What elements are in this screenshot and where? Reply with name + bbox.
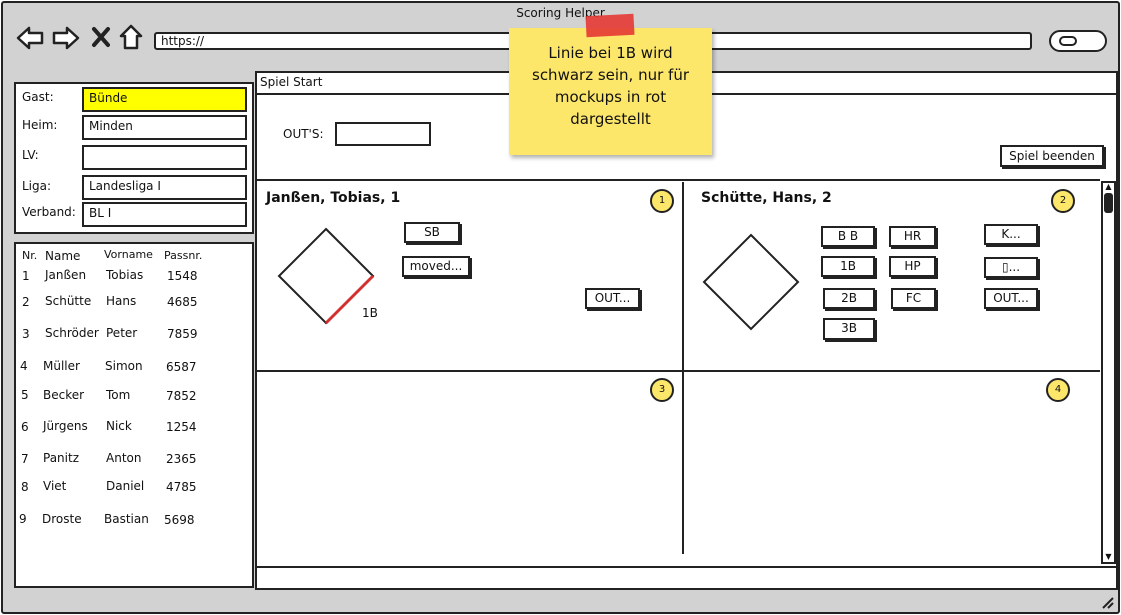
roster-vorname: Tobias (106, 268, 144, 282)
scroll-up-icon[interactable]: ▲ (1104, 183, 1113, 191)
player1-diamond[interactable] (277, 227, 375, 325)
roster-passnr: 4685 (167, 295, 198, 309)
verband-field[interactable]: BL I (82, 202, 247, 227)
roster-name: Schütte (45, 294, 92, 308)
grid-bottom-line (257, 566, 1116, 568)
search-icon (1059, 36, 1077, 46)
hr-button[interactable]: HR (889, 226, 936, 247)
roster-vorname: Anton (106, 451, 142, 465)
lv-label: LV: (22, 148, 39, 162)
roster-header-name: Name (45, 249, 81, 263)
gast-field[interactable]: Bünde (82, 87, 247, 112)
roster-vorname: Peter (106, 326, 138, 340)
roster-passnr: 2365 (166, 452, 197, 466)
roster-name: Viet (43, 479, 67, 493)
roster-vorname: Tom (106, 388, 131, 402)
sticky-note: Linie bei 1B wird schwarz sein, nur für … (509, 28, 712, 155)
player1-base-label: 1B (362, 306, 378, 320)
unknown-button[interactable]: ▯... (984, 257, 1038, 278)
roster-vorname: Daniel (106, 479, 145, 493)
heim-label: Heim: (22, 118, 58, 132)
roster-name: Janßen (45, 268, 87, 282)
roster-nr: 8 (21, 480, 29, 494)
grid-vertical-line (682, 182, 684, 554)
player2-badge: 2 (1051, 189, 1075, 213)
player2-name: Schütte, Hans, 2 (701, 190, 832, 206)
scrollbar[interactable] (1101, 181, 1116, 564)
1b-button[interactable]: 1B (821, 256, 875, 277)
roster-nr: 9 (19, 512, 27, 526)
roster-nr: 2 (22, 295, 30, 309)
bb-button[interactable]: B B (821, 226, 875, 247)
slot4-badge: 4 (1046, 378, 1070, 402)
roster-nr: 4 (20, 359, 28, 373)
roster-nr: 3 (22, 327, 30, 341)
roster-nr: 1 (22, 269, 30, 283)
tab-spiel-start[interactable]: Spiel Start (260, 75, 322, 89)
roster-name: Panitz (43, 451, 79, 465)
roster-header-passnr: Passnr. (164, 249, 203, 262)
roster-passnr: 7859 (167, 327, 198, 341)
lv-field[interactable] (82, 145, 247, 170)
k-button[interactable]: K... (984, 224, 1038, 245)
back-arrow-icon[interactable] (16, 25, 44, 51)
grid-top-line (257, 179, 1100, 181)
roster-name: Becker (43, 388, 85, 402)
player1-badge: 1 (650, 189, 674, 213)
roster-vorname: Bastian (104, 512, 149, 526)
home-icon[interactable] (118, 23, 144, 51)
slot3-badge: 3 (650, 378, 674, 402)
grid-middle-line (257, 370, 1100, 372)
window-title: Scoring Helper (516, 6, 605, 20)
player2-out-button[interactable]: OUT... (984, 288, 1038, 309)
forward-arrow-icon[interactable] (52, 25, 80, 51)
roster-nr: 5 (21, 388, 29, 402)
roster-passnr: 4785 (166, 480, 197, 494)
roster-passnr: 7852 (166, 389, 197, 403)
roster-passnr: 1548 (167, 269, 198, 283)
moved-button[interactable]: moved... (402, 256, 470, 277)
roster-nr: 6 (21, 420, 29, 434)
roster-passnr: 1254 (166, 420, 197, 434)
sticky-tape (585, 13, 635, 38)
close-icon[interactable] (90, 25, 112, 49)
roster-name: Jürgens (43, 419, 88, 433)
sb-button[interactable]: SB (404, 222, 460, 243)
scroll-thumb[interactable] (1104, 193, 1113, 213)
outs-field[interactable] (335, 122, 431, 146)
roster-vorname: Simon (105, 359, 143, 373)
fc-button[interactable]: FC (891, 288, 936, 309)
roster-vorname: Nick (106, 419, 132, 433)
liga-field[interactable]: Landesliga I (82, 175, 247, 200)
resize-grip-icon[interactable] (1100, 594, 1114, 609)
roster-passnr: 6587 (166, 360, 197, 374)
roster-passnr: 5698 (164, 513, 195, 527)
roster-name: Droste (42, 512, 82, 526)
liga-label: Liga: (22, 179, 52, 193)
3b-button[interactable]: 3B (823, 318, 875, 340)
roster-header-vorname: Vorname (104, 248, 153, 261)
scroll-down-icon[interactable]: ▼ (1104, 553, 1113, 561)
roster-name: Schröder (45, 326, 99, 340)
player1-name: Janßen, Tobias, 1 (266, 190, 401, 206)
player2-diamond[interactable] (702, 233, 800, 331)
search-field[interactable] (1049, 30, 1107, 52)
heim-field[interactable]: Minden (82, 115, 247, 140)
outs-label: OUT'S: (283, 127, 324, 141)
roster-header-nr: Nr. (22, 249, 38, 262)
gast-label: Gast: (22, 90, 54, 104)
2b-button[interactable]: 2B (823, 288, 875, 309)
end-game-button[interactable]: Spiel beenden (1000, 145, 1104, 167)
roster-name: Müller (43, 359, 80, 373)
verband-label: Verband: (22, 205, 76, 219)
player1-out-button[interactable]: OUT... (585, 288, 640, 309)
roster-nr: 7 (21, 452, 29, 466)
hp-button[interactable]: HP (889, 256, 936, 277)
roster-vorname: Hans (106, 294, 137, 308)
